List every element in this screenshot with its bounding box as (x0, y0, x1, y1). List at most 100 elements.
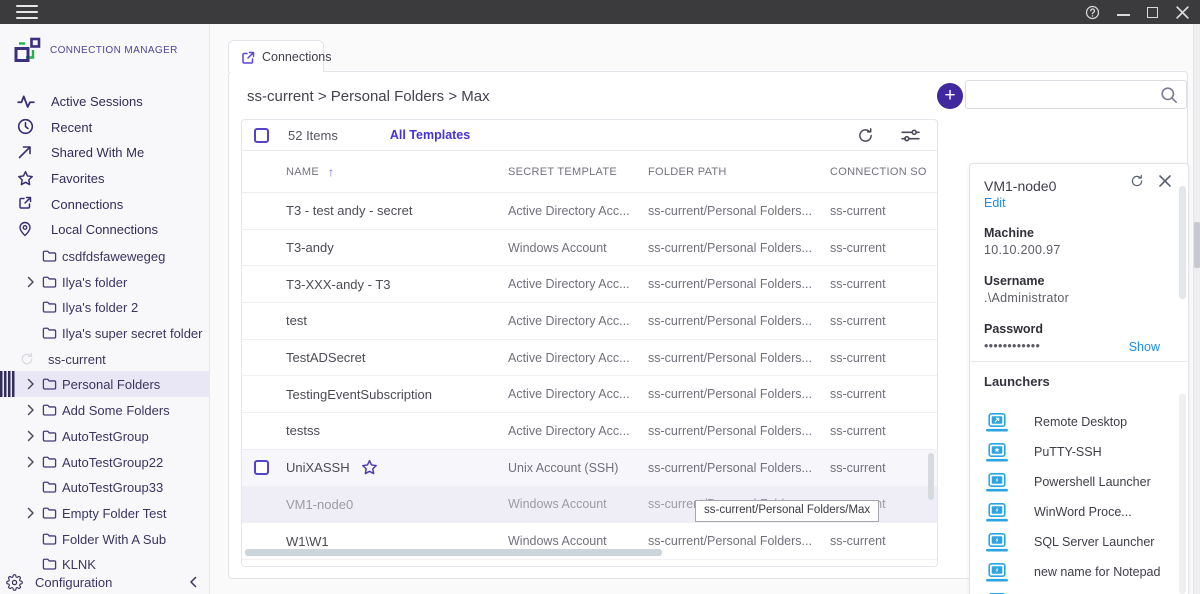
panel-refresh-icon[interactable] (1130, 174, 1144, 188)
external-link-icon (240, 50, 254, 64)
chevron-right-icon[interactable] (27, 507, 35, 519)
launcher-sql-server-launcher[interactable]: SQL Server Launcher (984, 527, 1174, 557)
local-connections-icon (17, 221, 35, 239)
selection-grip-icon (0, 371, 15, 397)
folder-icon (42, 377, 57, 391)
powershell-launcher-icon (986, 473, 1008, 492)
folder-icon (42, 300, 57, 314)
search-input[interactable] (974, 84, 1154, 105)
table-row-t3-andy[interactable]: T3-andy Windows Account ss-current/Perso… (242, 230, 937, 267)
sql-server-launcher-icon (986, 533, 1008, 552)
chevron-right-icon[interactable] (27, 456, 35, 468)
table-row-t3-xxx-andy-t3[interactable]: T3-XXX-andy - T3 Active Directory Acc...… (242, 266, 937, 303)
shared-with-me-icon (17, 144, 35, 162)
folder-icon (42, 480, 57, 494)
gear-icon (6, 574, 23, 591)
window-scrollbar (1193, 24, 1200, 594)
table-row-t3-test-andy-secret[interactable]: T3 - test andy - secret Active Directory… (242, 193, 937, 230)
horizontal-scrollbar[interactable] (245, 549, 662, 556)
tree-item-ilya-s-folder[interactable]: Ilya's folder (0, 269, 209, 295)
chevron-right-icon[interactable] (27, 276, 35, 288)
table-vertical-scrollbar[interactable] (928, 453, 934, 500)
launcher-cmd-rmw[interactable]: cmd+ RMW (984, 587, 1174, 594)
folder-tree: csdfdsfawewegeg Ilya's folder Ilya's fol… (0, 243, 209, 577)
panel-scrollbar-track[interactable] (1179, 394, 1186, 594)
folder-icon (42, 506, 57, 520)
launcher-new-name-for-notepad[interactable]: new name for Notepad (984, 557, 1174, 587)
select-all-checkbox[interactable] (254, 128, 269, 143)
folder-icon (42, 326, 57, 340)
launcher-powershell-launcher[interactable]: Powershell Launcher (984, 467, 1174, 497)
remote-desktop-launcher-icon (986, 413, 1008, 432)
close-icon[interactable] (1175, 5, 1190, 20)
refresh-icon[interactable] (857, 127, 874, 144)
launcher-putty-ssh[interactable]: PuTTY-SSH (984, 437, 1174, 467)
launcher-winword-proce[interactable]: WinWord Proce... (984, 497, 1174, 527)
sidebar-item-recent[interactable]: Recent (0, 115, 209, 141)
tree-item-ilya-s-folder-2[interactable]: Ilya's folder 2 (0, 294, 209, 320)
folder-icon (42, 455, 57, 469)
sidebar-item-favorites[interactable]: Favorites (0, 166, 209, 192)
table-row-unixassh[interactable]: UniXASSH Unix Account (SSH) ss-current/P… (242, 450, 937, 487)
tree-item-ss-current[interactable]: ss-current (0, 346, 209, 372)
tree-item-autotestgroup[interactable]: AutoTestGroup (0, 423, 209, 449)
filter-settings-icon[interactable] (901, 128, 920, 143)
folder-icon (42, 429, 57, 443)
sidebar-item-local-connections[interactable]: Local Connections (0, 217, 209, 243)
tree-item-folder-with-a-sub[interactable]: Folder With A Sub (0, 526, 209, 552)
folder-icon (42, 532, 57, 546)
launchers-list: Remote Desktop PuTTY-SSH Powershell Laun… (984, 407, 1174, 594)
table-row-testadsecret[interactable]: TestADSecret Active Directory Acc... ss-… (242, 340, 937, 377)
row-checkbox[interactable] (254, 460, 269, 475)
column-header-folder-path[interactable]: FOLDER PATH (648, 166, 830, 178)
search-box (965, 80, 1187, 109)
column-header-secret-template[interactable]: SECRET TEMPLATE (508, 166, 648, 178)
template-filter-link[interactable]: All Templates (390, 128, 470, 142)
panel-scrollbar[interactable] (1179, 186, 1186, 299)
connections-icon (17, 195, 35, 213)
column-header-connection-source[interactable]: CONNECTION SO (830, 166, 937, 178)
tab-connections[interactable]: Connections (228, 40, 324, 72)
folder-icon (42, 249, 57, 263)
show-password-link[interactable]: Show (1129, 340, 1160, 354)
winword-launcher-icon (986, 503, 1008, 522)
tree-item-ilya-s-super-secret-folder[interactable]: Ilya's super secret folder (0, 320, 209, 346)
tree-item-autotestgroup22[interactable]: AutoTestGroup22 (0, 449, 209, 475)
launcher-remote-desktop[interactable]: Remote Desktop (984, 407, 1174, 437)
favorite-star-icon[interactable] (361, 459, 378, 476)
sync-icon (20, 352, 34, 366)
panel-close-icon[interactable] (1158, 174, 1172, 188)
table-row-testingeventsubscription[interactable]: TestingEventSubscription Active Director… (242, 376, 937, 413)
chevron-right-icon[interactable] (27, 404, 35, 416)
add-connection-button[interactable]: + (937, 83, 963, 109)
tree-item-personal-folders[interactable]: Personal Folders (0, 371, 209, 397)
window-scrollbar-thumb[interactable] (1194, 222, 1200, 268)
sidebar-nav: Active Sessions Recent Shared With Me Fa… (0, 89, 209, 243)
maximize-icon[interactable] (1147, 7, 1158, 18)
hamburger-menu-icon[interactable] (16, 5, 38, 19)
folder-icon (42, 403, 57, 417)
column-header-name[interactable]: NAME ↑ (286, 165, 508, 179)
edit-link[interactable]: Edit (984, 195, 1174, 211)
secret-detail-panel: VM1-node0 Edit Machine 10.10.200.97 User… (969, 163, 1189, 594)
chevron-right-icon[interactable] (27, 430, 35, 442)
putty-ssh-launcher-icon (986, 443, 1008, 462)
field-password: Password •••••••••••• Show (984, 321, 1174, 355)
chevron-right-icon[interactable] (27, 378, 35, 390)
tree-item-empty-folder-test[interactable]: Empty Folder Test (0, 500, 209, 526)
sidebar-item-active-sessions[interactable]: Active Sessions (0, 89, 209, 115)
table-row-test[interactable]: test Active Directory Acc... ss-current/… (242, 303, 937, 340)
configuration-label: Configuration (35, 575, 112, 590)
sidebar-item-configuration[interactable]: Configuration (0, 570, 209, 594)
sidebar-item-shared-with-me[interactable]: Shared With Me (0, 140, 209, 166)
tree-item-add-some-folders[interactable]: Add Some Folders (0, 397, 209, 423)
collapse-sidebar-icon[interactable] (189, 576, 197, 588)
minimize-icon[interactable] (1117, 14, 1130, 16)
tree-item-csdfdsfawewegeg[interactable]: csdfdsfawewegeg (0, 243, 209, 269)
field-username: Username .\Administrator (984, 273, 1174, 307)
search-icon[interactable] (1160, 86, 1178, 104)
table-row-testss[interactable]: testss Active Directory Acc... ss-curren… (242, 413, 937, 450)
tree-item-autotestgroup33[interactable]: AutoTestGroup33 (0, 474, 209, 500)
help-icon[interactable] (1085, 5, 1100, 20)
sidebar-item-connections[interactable]: Connections (0, 191, 209, 217)
